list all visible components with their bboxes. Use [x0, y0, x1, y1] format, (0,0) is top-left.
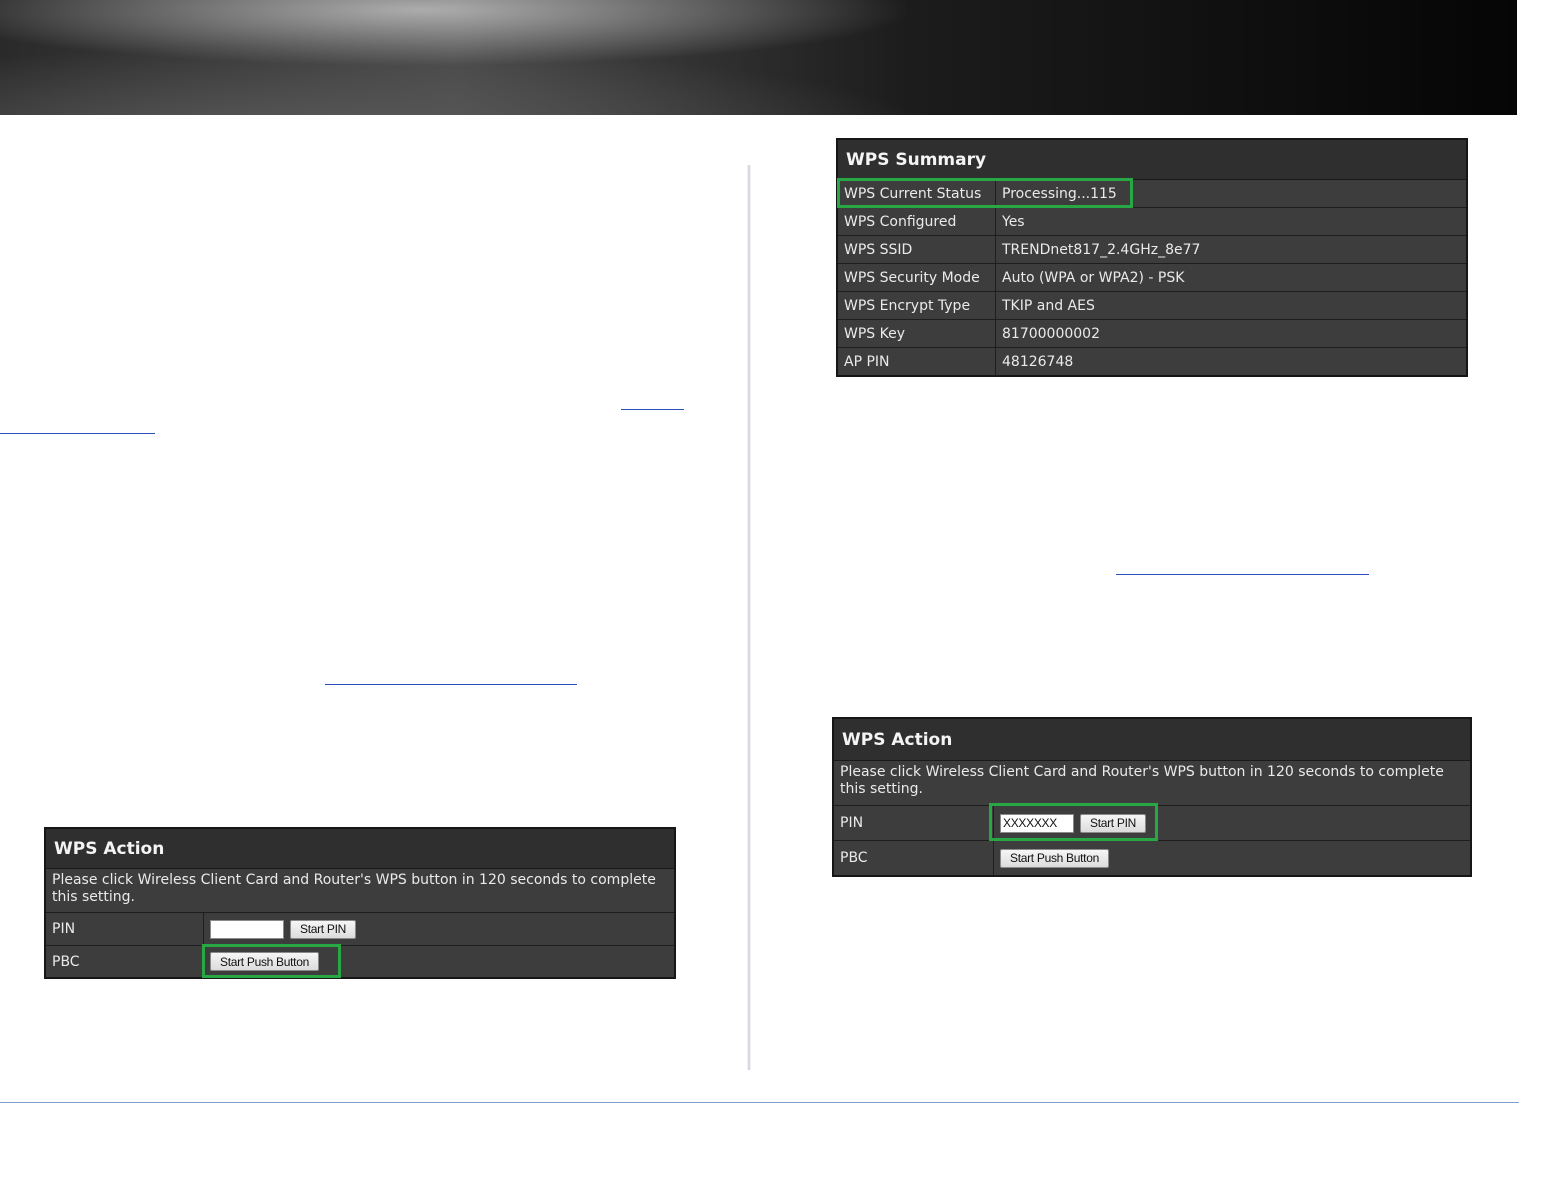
- pin-row: PIN XXXXXXX Start PIN: [834, 806, 1470, 841]
- pbc-controls: Start Push Button: [994, 841, 1115, 875]
- instruction-text: Please click Wireless Client Card and Ro…: [46, 869, 674, 913]
- start-pin-button[interactable]: Start PIN: [290, 919, 356, 939]
- table-row: WPS Current Status Processing...115: [838, 180, 1466, 208]
- row-value: 81700000002: [1002, 325, 1100, 342]
- instruction-text: Please click Wireless Client Card and Ro…: [834, 761, 1470, 806]
- start-pin-button[interactable]: Start PIN: [1080, 813, 1146, 833]
- row-label: WPS Key: [838, 320, 996, 347]
- table-row: WPS Key 81700000002: [838, 320, 1466, 348]
- pin-input[interactable]: XXXXXXX: [1000, 813, 1074, 833]
- row-value: 48126748: [1002, 354, 1074, 370]
- row-value: Yes: [1002, 213, 1025, 230]
- pbc-row: PBC Start Push Button: [46, 946, 674, 977]
- row-label: WPS SSID: [838, 236, 996, 263]
- pbc-controls: Start Push Button: [204, 946, 325, 977]
- pin-controls: Start PIN: [204, 913, 362, 945]
- link-underline[interactable]: [325, 684, 577, 685]
- row-label: WPS Security Mode: [838, 264, 996, 291]
- panel-title: WPS Summary: [838, 140, 1466, 180]
- link-underline[interactable]: [1116, 574, 1369, 575]
- column-divider: [747, 165, 751, 1070]
- link-underline[interactable]: [621, 409, 684, 410]
- pin-row: PIN Start PIN: [46, 913, 674, 946]
- pin-input[interactable]: [210, 919, 284, 939]
- table-row: WPS Security Mode Auto (WPA or WPA2) - P…: [838, 264, 1466, 292]
- row-value: Processing...115: [1002, 185, 1117, 202]
- pin-controls: XXXXXXX Start PIN: [994, 806, 1152, 840]
- link-underline[interactable]: [0, 433, 155, 434]
- pbc-label: PBC: [834, 841, 994, 875]
- footer-rule: [0, 1102, 1519, 1103]
- pin-label: PIN: [834, 806, 994, 840]
- row-label: WPS Current Status: [838, 180, 996, 207]
- panel-title: WPS Action: [834, 719, 1470, 761]
- start-push-button[interactable]: Start Push Button: [210, 952, 319, 971]
- panel-title: WPS Action: [46, 829, 674, 869]
- table-row: WPS Encrypt Type TKIP and AES: [838, 292, 1466, 320]
- pbc-row: PBC Start Push Button: [834, 841, 1470, 875]
- table-row: AP PIN 48126748: [838, 348, 1466, 376]
- header-banner: [0, 0, 1517, 115]
- wps-summary-panel: WPS Summary WPS Current Status Processin…: [836, 138, 1468, 377]
- table-row: WPS SSID TRENDnet817_2.4GHz_8e77: [838, 236, 1466, 264]
- row-value: TKIP and AES: [1002, 297, 1095, 314]
- table-row: WPS Configured Yes: [838, 208, 1466, 236]
- wps-action-panel-right: WPS Action Please click Wireless Client …: [832, 717, 1472, 877]
- row-label: AP PIN: [838, 348, 996, 376]
- row-label: WPS Configured: [838, 208, 996, 235]
- wps-action-panel-left: WPS Action Please click Wireless Client …: [44, 827, 676, 979]
- row-value: TRENDnet817_2.4GHz_8e77: [1002, 241, 1201, 258]
- pbc-label: PBC: [46, 946, 204, 977]
- pin-label: PIN: [46, 913, 204, 945]
- row-value: Auto (WPA or WPA2) - PSK: [1002, 269, 1185, 286]
- start-push-button[interactable]: Start Push Button: [1000, 848, 1109, 868]
- row-label: WPS Encrypt Type: [838, 292, 996, 319]
